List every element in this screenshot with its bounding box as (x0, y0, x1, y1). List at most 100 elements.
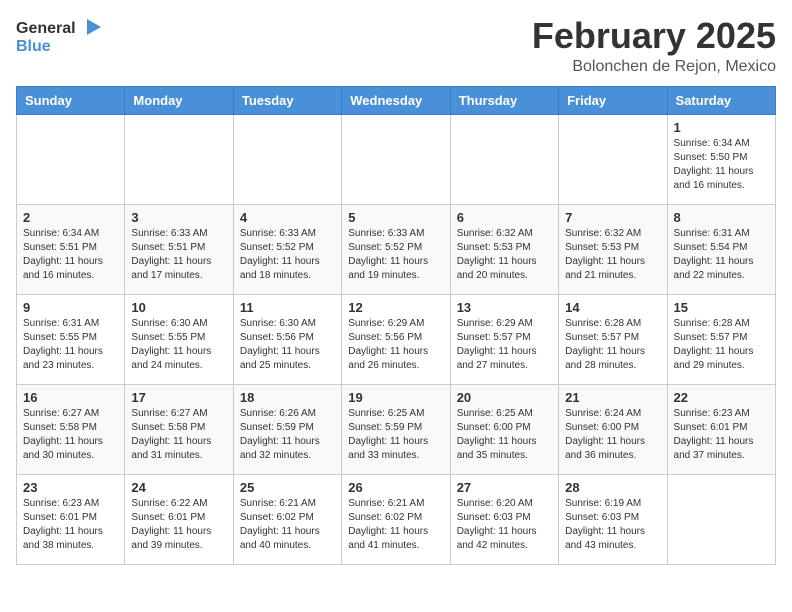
calendar-cell: 13Sunrise: 6:29 AM Sunset: 5:57 PM Dayli… (450, 294, 558, 384)
calendar-cell: 2 Sunrise: 6:34 AM Sunset: 5:51 PM Daylig… (17, 204, 125, 294)
calendar-cell: 28 Sunrise: 6:19 AM Sunset: 6:03 PM Dayli… (559, 474, 667, 564)
day-info: Sunrise: 6:32 AM Sunset: 5:53 PM Dayligh… (457, 227, 552, 283)
weekday-header-sunday: Sunday (17, 86, 125, 114)
calendar-cell: 6 Sunrise: 6:32 AM Sunset: 5:53 PM Daylig… (450, 204, 558, 294)
day-number: 7 (565, 210, 660, 225)
day-info: Sunrise: 6:26 AM Sunset: 5:59 PM Dayligh… (240, 407, 335, 463)
day-info: Sunrise: 6:28 AM Sunset: 5:57 PM Dayligh… (674, 317, 769, 373)
day-info: Sunrise: 6:19 AM Sunset: 6:03 PM Dayligh… (565, 497, 660, 553)
day-info: Sunrise: 6:21 AM Sunset: 6:02 PM Dayligh… (240, 497, 335, 553)
calendar-cell: 25Sunrise: 6:21 AM Sunset: 6:02 PM Dayli… (233, 474, 341, 564)
month-title: February 2025 (532, 16, 776, 56)
day-number: 18 (240, 390, 335, 405)
day-number: 9 (23, 300, 118, 315)
calendar-table: SundayMondayTuesdayWednesdayThursdayFrid… (16, 86, 776, 565)
day-number: 1 (674, 120, 769, 135)
day-info: Sunrise: 6:23 AM Sunset: 6:01 PM Dayligh… (674, 407, 769, 463)
calendar-cell: 15 Sunrise: 6:28 AM Sunset: 5:57 PM Dayli… (667, 294, 775, 384)
day-info: Sunrise: 6:27 AM Sunset: 5:58 PM Dayligh… (131, 407, 226, 463)
day-number: 15 (674, 300, 769, 315)
calendar-cell: 1 Sunrise: 6:34 AM Sunset: 5:50 PM Daylig… (667, 114, 775, 204)
week-row-1: 2 Sunrise: 6:34 AM Sunset: 5:51 PM Daylig… (17, 204, 776, 294)
calendar-cell: 19 Sunrise: 6:25 AM Sunset: 5:59 PM Dayli… (342, 384, 450, 474)
calendar-cell: 11 Sunrise: 6:30 AM Sunset: 5:56 PM Dayli… (233, 294, 341, 384)
day-info: Sunrise: 6:25 AM Sunset: 6:00 PM Dayligh… (457, 407, 552, 463)
calendar-cell: 17 Sunrise: 6:27 AM Sunset: 5:58 PM Dayli… (125, 384, 233, 474)
day-number: 2 (23, 210, 118, 225)
calendar-cell: 12 Sunrise: 6:29 AM Sunset: 5:56 PM Dayli… (342, 294, 450, 384)
calendar-cell (125, 114, 233, 204)
calendar-cell: 21Sunrise: 6:24 AM Sunset: 6:00 PM Dayli… (559, 384, 667, 474)
page-header: GeneralBlue February 2025 Bolonchen de R… (16, 16, 776, 76)
day-info: Sunrise: 6:27 AM Sunset: 5:58 PM Dayligh… (23, 407, 118, 463)
day-number: 27 (457, 480, 552, 495)
day-number: 3 (131, 210, 226, 225)
calendar-cell: 7 Sunrise: 6:32 AM Sunset: 5:53 PM Daylig… (559, 204, 667, 294)
day-number: 24 (131, 480, 226, 495)
svg-text:Blue: Blue (16, 38, 51, 55)
calendar-cell: 10Sunrise: 6:30 AM Sunset: 5:55 PM Dayli… (125, 294, 233, 384)
day-number: 8 (674, 210, 769, 225)
day-info: Sunrise: 6:23 AM Sunset: 6:01 PM Dayligh… (23, 497, 118, 553)
day-number: 28 (565, 480, 660, 495)
calendar-cell: 27 Sunrise: 6:20 AM Sunset: 6:03 PM Dayli… (450, 474, 558, 564)
day-info: Sunrise: 6:31 AM Sunset: 5:54 PM Dayligh… (674, 227, 769, 283)
day-info: Sunrise: 6:20 AM Sunset: 6:03 PM Dayligh… (457, 497, 552, 553)
day-info: Sunrise: 6:21 AM Sunset: 6:02 PM Dayligh… (348, 497, 443, 553)
calendar-cell: 16 Sunrise: 6:27 AM Sunset: 5:58 PM Dayli… (17, 384, 125, 474)
day-number: 16 (23, 390, 118, 405)
day-number: 20 (457, 390, 552, 405)
day-info: Sunrise: 6:30 AM Sunset: 5:55 PM Dayligh… (131, 317, 226, 373)
day-info: Sunrise: 6:29 AM Sunset: 5:57 PM Dayligh… (457, 317, 552, 373)
weekday-header-wednesday: Wednesday (342, 86, 450, 114)
day-number: 22 (674, 390, 769, 405)
day-number: 6 (457, 210, 552, 225)
day-number: 17 (131, 390, 226, 405)
day-info: Sunrise: 6:25 AM Sunset: 5:59 PM Dayligh… (348, 407, 443, 463)
calendar-cell (233, 114, 341, 204)
day-info: Sunrise: 6:28 AM Sunset: 5:57 PM Dayligh… (565, 317, 660, 373)
day-info: Sunrise: 6:32 AM Sunset: 5:53 PM Dayligh… (565, 227, 660, 283)
calendar-cell: 14 Sunrise: 6:28 AM Sunset: 5:57 PM Dayli… (559, 294, 667, 384)
day-number: 11 (240, 300, 335, 315)
calendar-cell: 20 Sunrise: 6:25 AM Sunset: 6:00 PM Dayli… (450, 384, 558, 474)
day-info: Sunrise: 6:33 AM Sunset: 5:51 PM Dayligh… (131, 227, 226, 283)
svg-text:General: General (16, 20, 76, 37)
calendar-cell (559, 114, 667, 204)
day-info: Sunrise: 6:31 AM Sunset: 5:55 PM Dayligh… (23, 317, 118, 373)
logo: GeneralBlue (16, 16, 106, 56)
calendar-cell: 18 Sunrise: 6:26 AM Sunset: 5:59 PM Dayli… (233, 384, 341, 474)
day-number: 26 (348, 480, 443, 495)
title-area: February 2025 Bolonchen de Rejon, Mexico (532, 16, 776, 76)
logo-icon: GeneralBlue (16, 16, 106, 56)
calendar-cell: 26 Sunrise: 6:21 AM Sunset: 6:02 PM Dayli… (342, 474, 450, 564)
weekday-header-tuesday: Tuesday (233, 86, 341, 114)
day-info: Sunrise: 6:24 AM Sunset: 6:00 PM Dayligh… (565, 407, 660, 463)
week-row-0: 1 Sunrise: 6:34 AM Sunset: 5:50 PM Daylig… (17, 114, 776, 204)
week-row-4: 23 Sunrise: 6:23 AM Sunset: 6:01 PM Dayli… (17, 474, 776, 564)
day-number: 19 (348, 390, 443, 405)
day-number: 12 (348, 300, 443, 315)
week-row-2: 9 Sunrise: 6:31 AM Sunset: 5:55 PM Daylig… (17, 294, 776, 384)
day-info: Sunrise: 6:29 AM Sunset: 5:56 PM Dayligh… (348, 317, 443, 373)
calendar-cell: 22 Sunrise: 6:23 AM Sunset: 6:01 PM Dayli… (667, 384, 775, 474)
calendar-cell: 5Sunrise: 6:33 AM Sunset: 5:52 PM Daylig… (342, 204, 450, 294)
weekday-header-saturday: Saturday (667, 86, 775, 114)
day-info: Sunrise: 6:30 AM Sunset: 5:56 PM Dayligh… (240, 317, 335, 373)
calendar-cell: 24 Sunrise: 6:22 AM Sunset: 6:01 PM Dayli… (125, 474, 233, 564)
day-info: Sunrise: 6:22 AM Sunset: 6:01 PM Dayligh… (131, 497, 226, 553)
calendar-cell (342, 114, 450, 204)
week-row-3: 16 Sunrise: 6:27 AM Sunset: 5:58 PM Dayli… (17, 384, 776, 474)
weekday-header-friday: Friday (559, 86, 667, 114)
day-number: 23 (23, 480, 118, 495)
day-info: Sunrise: 6:34 AM Sunset: 5:51 PM Dayligh… (23, 227, 118, 283)
day-number: 5 (348, 210, 443, 225)
calendar-cell: 23 Sunrise: 6:23 AM Sunset: 6:01 PM Dayli… (17, 474, 125, 564)
calendar-cell (667, 474, 775, 564)
weekday-header-row: SundayMondayTuesdayWednesdayThursdayFrid… (17, 86, 776, 114)
weekday-header-thursday: Thursday (450, 86, 558, 114)
day-number: 14 (565, 300, 660, 315)
day-info: Sunrise: 6:34 AM Sunset: 5:50 PM Dayligh… (674, 137, 769, 193)
weekday-header-monday: Monday (125, 86, 233, 114)
calendar-cell: 9 Sunrise: 6:31 AM Sunset: 5:55 PM Daylig… (17, 294, 125, 384)
